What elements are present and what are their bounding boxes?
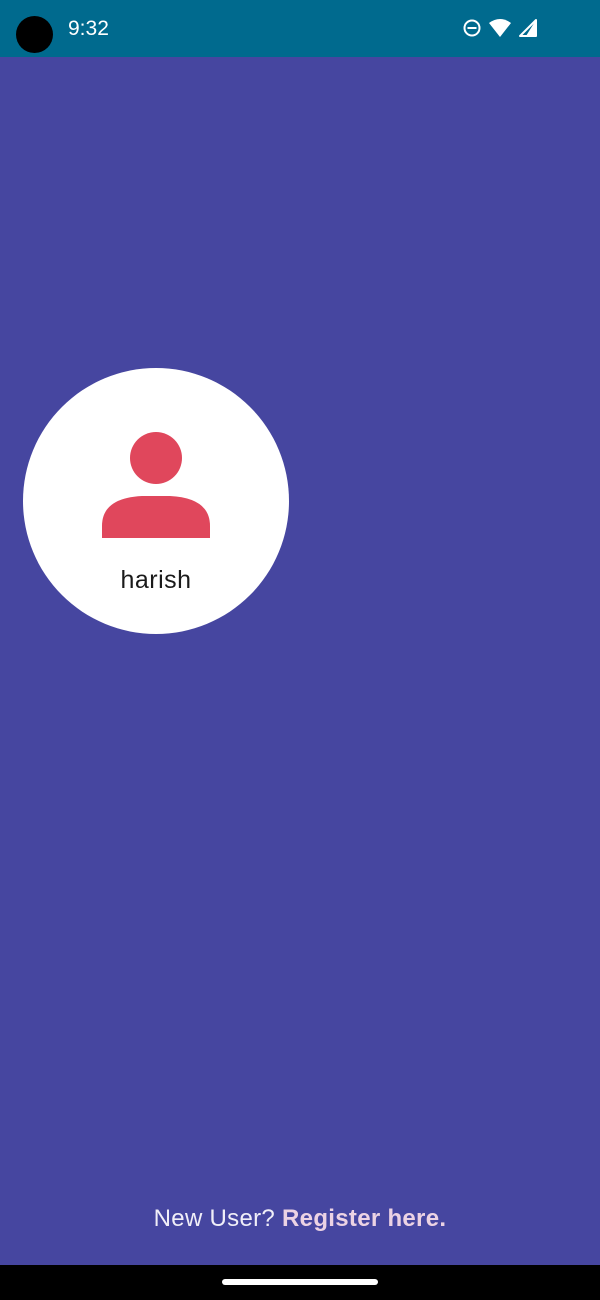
wifi-icon	[488, 18, 512, 38]
main-content: harish New User? Register here.	[0, 57, 600, 1265]
profile-name: harish	[120, 566, 192, 594]
navigation-bar	[0, 1265, 600, 1300]
register-link[interactable]: Register here.	[282, 1205, 446, 1232]
register-prompt: New User? Register here.	[0, 1205, 600, 1233]
user-profile-button[interactable]: harish	[23, 368, 289, 634]
home-gesture-handle[interactable]	[222, 1279, 378, 1285]
person-icon	[102, 432, 210, 540]
camera-cutout	[16, 16, 53, 53]
status-time: 9:32	[68, 17, 109, 40]
status-bar: 9:32	[0, 0, 600, 57]
signal-icon	[518, 18, 538, 38]
do-not-disturb-icon	[462, 18, 482, 38]
register-prompt-text: New User?	[153, 1205, 283, 1232]
status-icons	[462, 18, 538, 38]
